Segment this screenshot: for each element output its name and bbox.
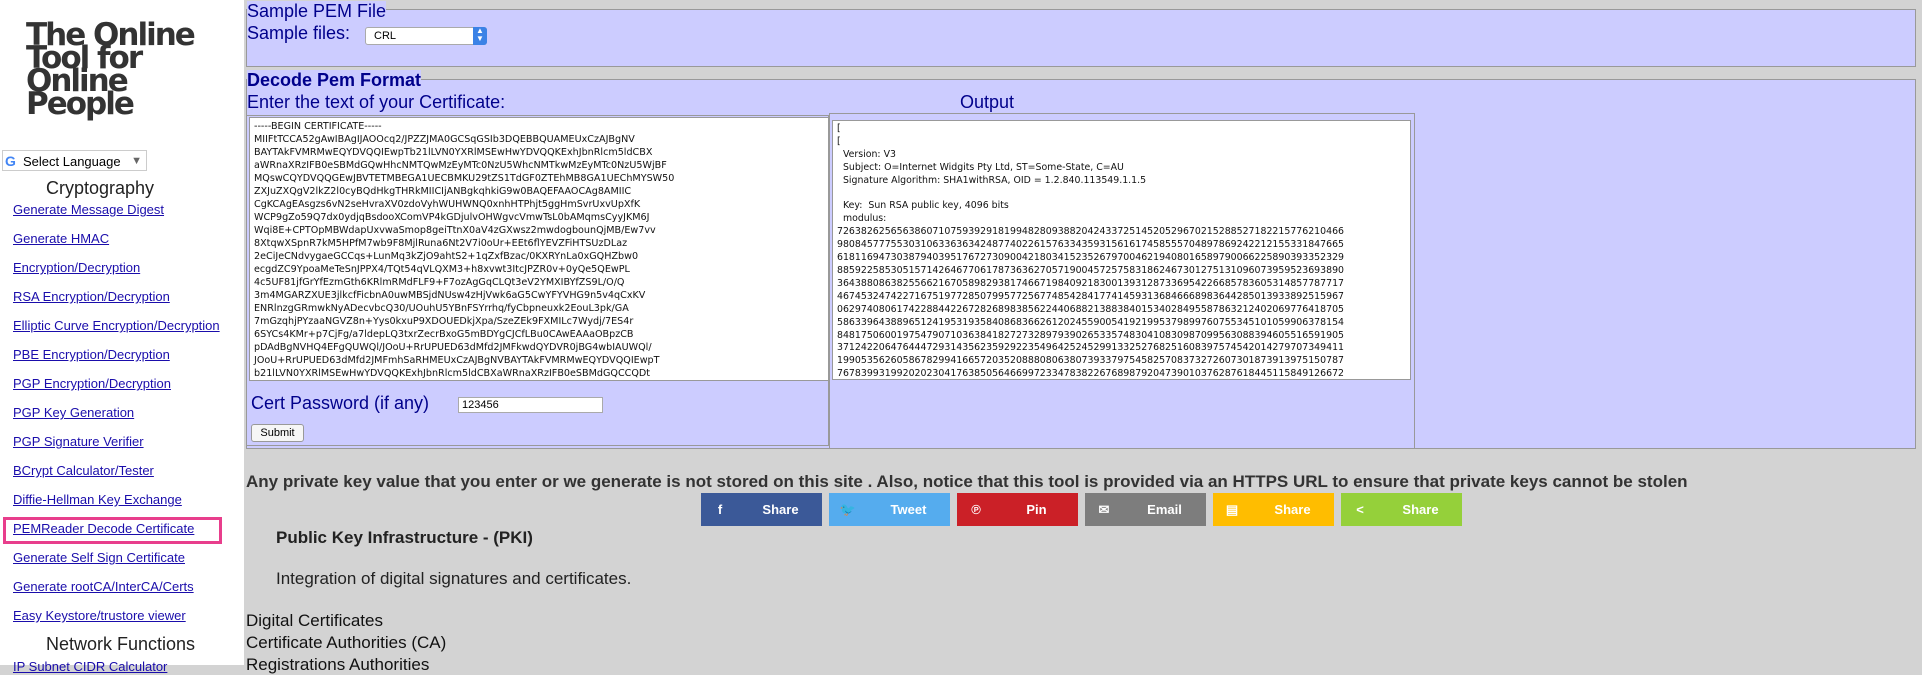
dropdown-arrow-icon: ▼ — [131, 155, 142, 167]
sms-icon: ▤ — [1225, 502, 1239, 517]
select-arrows-icon: ▲ ▼ — [473, 27, 487, 45]
sample-pem-legend: Sample PEM File — [247, 1, 387, 22]
share-twitter-button[interactable]: 🐦 Tweet — [829, 493, 950, 526]
nav-ip-subnet-calculator[interactable]: IP Subnet CIDR Calculator — [13, 659, 167, 674]
certificate-textarea[interactable]: -----BEGIN CERTIFICATE----- MIIFtTCCA52g… — [249, 117, 829, 381]
submit-button[interactable]: Submit — [251, 424, 304, 442]
pki-heading: Public Key Infrastructure - (PKI) — [276, 528, 533, 547]
nav-pgp-encryption[interactable]: PGP Encryption/Decryption — [13, 376, 171, 391]
sidebar: The Online Tool for Online People G Sele… — [0, 0, 244, 674]
facebook-icon: f — [717, 502, 723, 517]
google-icon: G — [5, 153, 16, 169]
cert-password-label: Cert Password (if any) — [251, 393, 430, 414]
nav-pgp-signature-verifier[interactable]: PGP Signature Verifier — [13, 434, 144, 449]
nav-bcrypt-calculator[interactable]: BCrypt Calculator/Tester — [13, 463, 154, 478]
language-select-label: Select Language — [23, 154, 121, 169]
nav-elliptic-curve-encryption[interactable]: Elliptic Curve Encryption/Decryption — [13, 318, 220, 333]
pinterest-icon: ℗ — [971, 502, 981, 517]
nav-generate-hmac[interactable]: Generate HMAC — [13, 231, 109, 246]
list-item: Digital Certificates — [246, 611, 383, 630]
certificate-input-label: Enter the text of your Certificate: — [247, 92, 506, 113]
output-label: Output — [960, 92, 1015, 113]
nav-rsa-encryption[interactable]: RSA Encryption/Decryption — [13, 289, 170, 304]
share-generic-button[interactable]: < Share — [1341, 493, 1462, 526]
site-logo[interactable]: The Online Tool for Online People — [26, 20, 196, 120]
nav-diffie-hellman[interactable]: Diffie-Hellman Key Exchange — [13, 492, 182, 507]
list-item: Certificate Authorities (CA) — [246, 633, 447, 652]
list-item: Registrations Authorities — [246, 655, 430, 674]
nav-pbe-encryption[interactable]: PBE Encryption/Decryption — [13, 347, 170, 362]
share-pinterest-button[interactable]: ℗ Pin — [957, 493, 1078, 526]
twitter-icon: 🐦 — [839, 502, 857, 517]
nav-keystore-viewer[interactable]: Easy Keystore/trustore viewer — [13, 608, 186, 623]
nav-encryption-decryption[interactable]: Encryption/Decryption — [13, 260, 140, 275]
privacy-notice: Any private key value that you enter or … — [246, 472, 1688, 491]
share-email-button[interactable]: ✉ Email — [1085, 493, 1206, 526]
share-facebook-button[interactable]: f Share — [701, 493, 822, 526]
sample-files-value: CRL — [374, 30, 397, 42]
sample-files-label: Sample files: — [247, 23, 351, 44]
output-textarea[interactable]: [ [ Version: V3 Subject: O=Internet Widg… — [832, 120, 1411, 380]
section-heading-network: Network Functions — [46, 634, 196, 654]
nav-generate-self-sign-certificate[interactable]: Generate Self Sign Certificate — [13, 550, 185, 565]
email-icon: ✉ — [1098, 502, 1110, 517]
language-select[interactable]: G Select Language ▼ — [2, 150, 147, 171]
nav-generate-message-digest[interactable]: Generate Message Digest — [13, 202, 164, 217]
share-sms-button[interactable]: ▤ Share — [1213, 493, 1334, 526]
cert-password-input[interactable]: 123456 — [458, 397, 603, 413]
nav-pgp-key-generation[interactable]: PGP Key Generation — [13, 405, 134, 420]
nav-pemreader-decode-certificate[interactable]: PEMReader Decode Certificate — [13, 521, 194, 536]
section-heading-cryptography: Cryptography — [46, 178, 155, 198]
share-icon: < — [1356, 502, 1364, 517]
sample-files-select[interactable]: CRL ▲ ▼ — [365, 27, 487, 45]
decode-pem-legend: Decode Pem Format — [247, 70, 422, 91]
sample-pem-panel — [246, 9, 1916, 67]
nav-generate-rootca[interactable]: Generate rootCA/InterCA/Certs — [13, 579, 194, 594]
pki-description: Integration of digital signatures and ce… — [276, 569, 632, 588]
